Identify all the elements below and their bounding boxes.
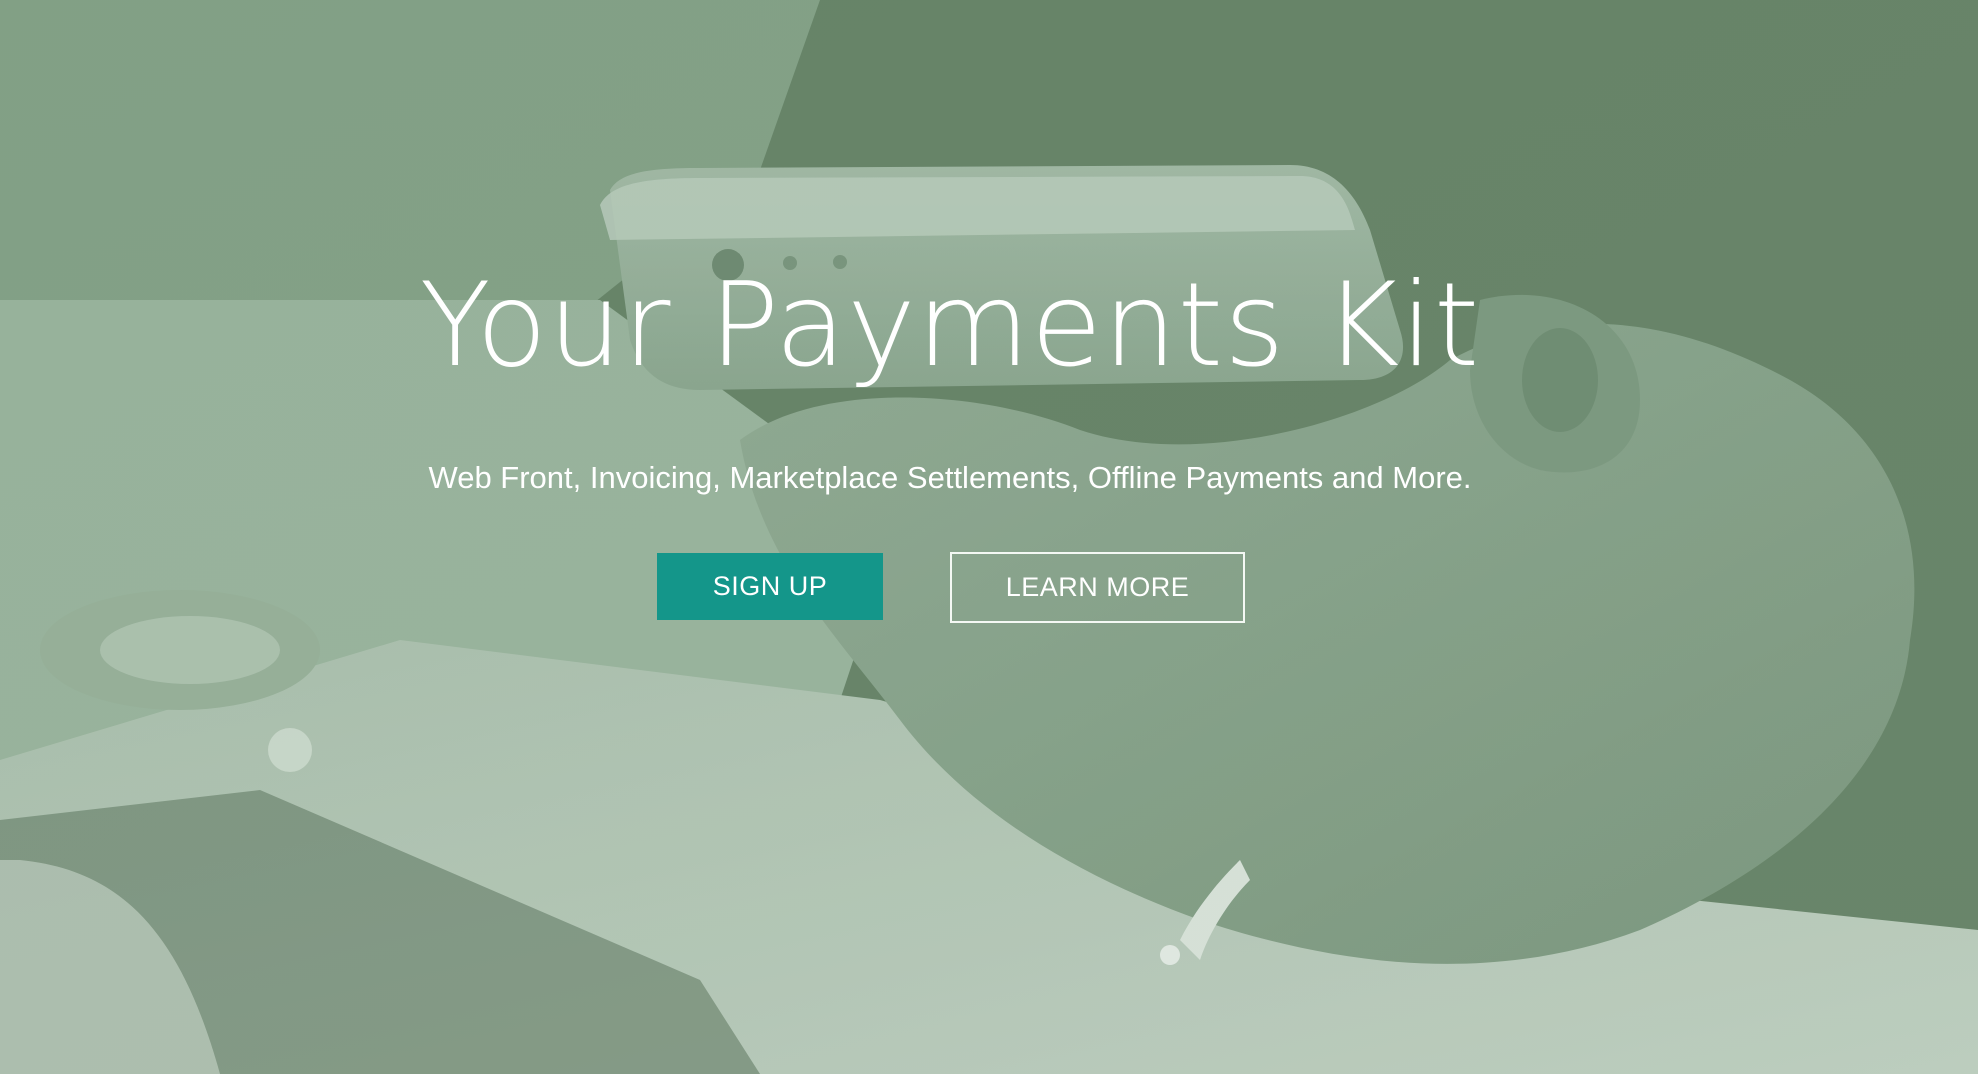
hero-content: Your Payments Kit Web Front, Invoicing, … <box>0 0 1978 1074</box>
sign-up-button[interactable]: SIGN UP <box>657 553 883 620</box>
hero-subtitle: Web Front, Invoicing, Marketplace Settle… <box>428 460 1472 495</box>
learn-more-button[interactable]: LEARN MORE <box>950 552 1245 623</box>
hero-title: Your Payments Kit <box>419 258 1481 393</box>
hero-section: Your Payments Kit Web Front, Invoicing, … <box>0 0 1978 1074</box>
